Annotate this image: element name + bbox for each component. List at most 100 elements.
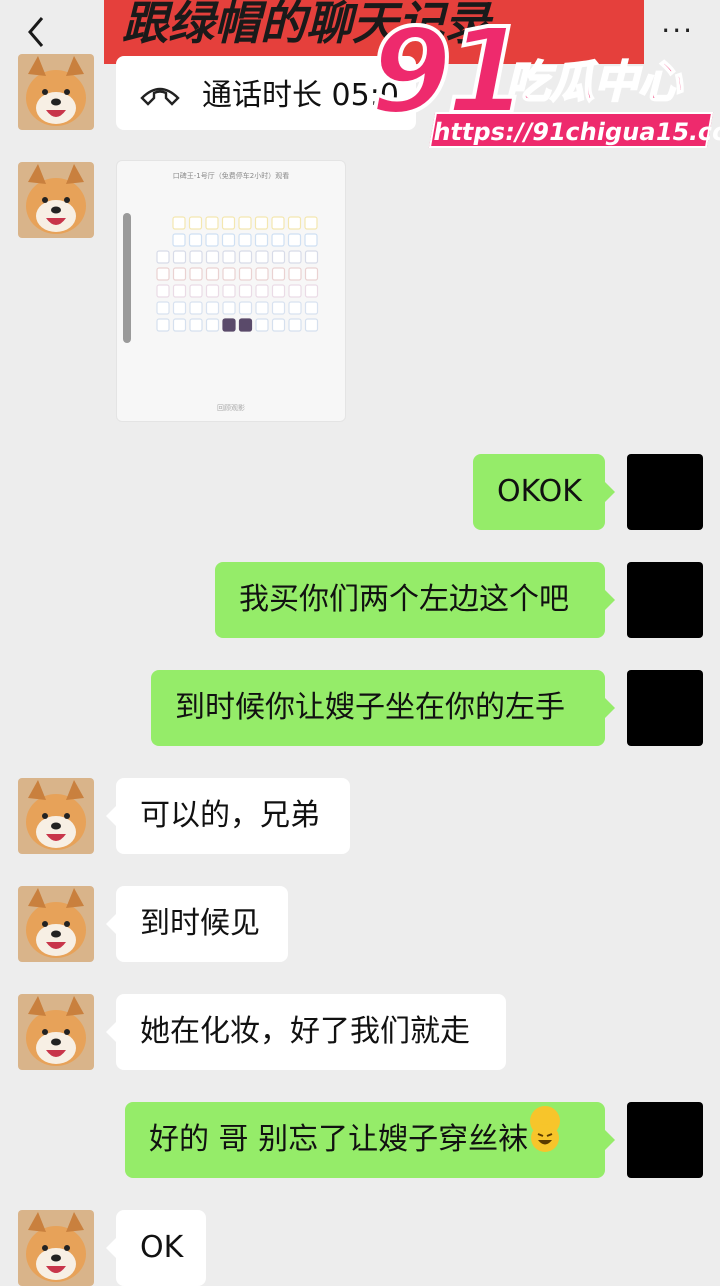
seat (255, 267, 269, 281)
seat (304, 216, 318, 230)
seat (271, 233, 285, 247)
message-bubble[interactable]: 到时候你让嫂子坐在你的左手 (151, 670, 615, 746)
seat (156, 301, 170, 315)
avatar[interactable] (18, 886, 94, 962)
seat (255, 318, 269, 332)
self-avatar[interactable] (627, 562, 703, 638)
seat (287, 216, 302, 230)
rofl-emoji-icon (530, 1106, 561, 1152)
message-bubble[interactable]: OKOK (473, 454, 615, 530)
message-text: 我买你们两个左边这个吧 (239, 582, 569, 617)
seat (189, 318, 203, 332)
message-text: 好的 哥 别忘了让嫂子穿丝袜 (149, 1122, 529, 1157)
seat (156, 267, 170, 281)
avatar[interactable] (18, 162, 94, 238)
seat (205, 284, 220, 298)
seat (188, 233, 203, 247)
seat (156, 250, 170, 264)
message-text: 到时候见 (140, 906, 260, 941)
message-text: 到时候你让嫂子坐在你的左手 (175, 690, 565, 725)
back-arrow-icon[interactable] (18, 12, 58, 52)
seat (222, 267, 236, 281)
seat (304, 250, 319, 264)
seat (238, 233, 252, 247)
seat (188, 216, 203, 230)
seat (304, 267, 319, 281)
seat (205, 216, 219, 230)
seat (287, 233, 302, 247)
seat (288, 318, 302, 332)
seat (304, 318, 319, 332)
avatar[interactable] (18, 1210, 94, 1286)
seat (172, 233, 186, 247)
seat (254, 233, 269, 247)
seat (304, 233, 318, 247)
seat (271, 318, 286, 332)
message-text: OKOK (497, 474, 582, 509)
phone-icon (140, 87, 180, 106)
seat (238, 250, 253, 264)
seat (189, 284, 203, 298)
seat (238, 301, 253, 315)
message-bubble[interactable]: 我买你们两个左边这个吧 (215, 562, 615, 638)
seat (304, 284, 319, 298)
seat (254, 216, 269, 230)
seat (205, 233, 219, 247)
message-bubble[interactable]: OK (106, 1210, 206, 1286)
message-text: OK (140, 1230, 184, 1265)
message-bubble[interactable]: 她在化妆，好了我们就走 (106, 994, 506, 1070)
seat (255, 250, 269, 264)
seat (255, 284, 269, 298)
seat (221, 233, 236, 247)
seat (222, 318, 236, 332)
seat (288, 284, 302, 298)
seat (172, 267, 187, 281)
seat-map-title: 口碑王-1号厅（免费停车2小时）观看 (172, 172, 290, 180)
seat (172, 284, 187, 298)
seat (304, 301, 319, 315)
row-index-bar (123, 213, 131, 343)
avatar[interactable] (18, 994, 94, 1070)
seat (172, 250, 187, 264)
watermark-url: https://91chigua15.com (428, 112, 720, 148)
seat (238, 284, 253, 298)
seat (189, 267, 203, 281)
seat (172, 301, 187, 315)
avatar[interactable] (18, 778, 94, 854)
self-avatar[interactable] (627, 670, 703, 746)
seat (205, 301, 220, 315)
avatar[interactable] (18, 54, 94, 130)
seat (222, 250, 236, 264)
seat (172, 318, 187, 332)
seat (288, 301, 302, 315)
seat (205, 318, 220, 332)
seat (221, 216, 236, 230)
seat (271, 250, 286, 264)
seat (238, 318, 253, 332)
seat-map-footer: 回顾观影 (217, 404, 245, 412)
message-text: 可以的，兄弟 (140, 798, 320, 833)
seat-map-image[interactable]: 口碑王-1号厅（免费停车2小时）观看 回顾观影 (116, 160, 346, 422)
seat (255, 301, 269, 315)
seat (271, 284, 286, 298)
message-bubble[interactable]: 好的 哥 别忘了让嫂子穿丝袜 (125, 1102, 615, 1178)
message-bubble[interactable]: 可以的，兄弟 (106, 778, 350, 854)
seat (288, 267, 302, 281)
seat (205, 267, 220, 281)
seat (172, 216, 186, 230)
seat (238, 216, 252, 230)
seat (222, 284, 236, 298)
seat (288, 250, 302, 264)
message-bubble[interactable]: 到时候见 (106, 886, 288, 962)
message-text: 她在化妆，好了我们就走 (140, 1014, 470, 1049)
self-avatar[interactable] (627, 454, 703, 530)
seat (189, 250, 203, 264)
seat (156, 284, 170, 298)
more-options-icon[interactable]: ··· (661, 17, 694, 45)
watermark-logo-text: 吃瓜中心 (505, 57, 683, 109)
seat (205, 250, 220, 264)
seat (222, 301, 236, 315)
seat (271, 216, 285, 230)
self-avatar[interactable] (627, 1102, 703, 1178)
seat (189, 301, 203, 315)
